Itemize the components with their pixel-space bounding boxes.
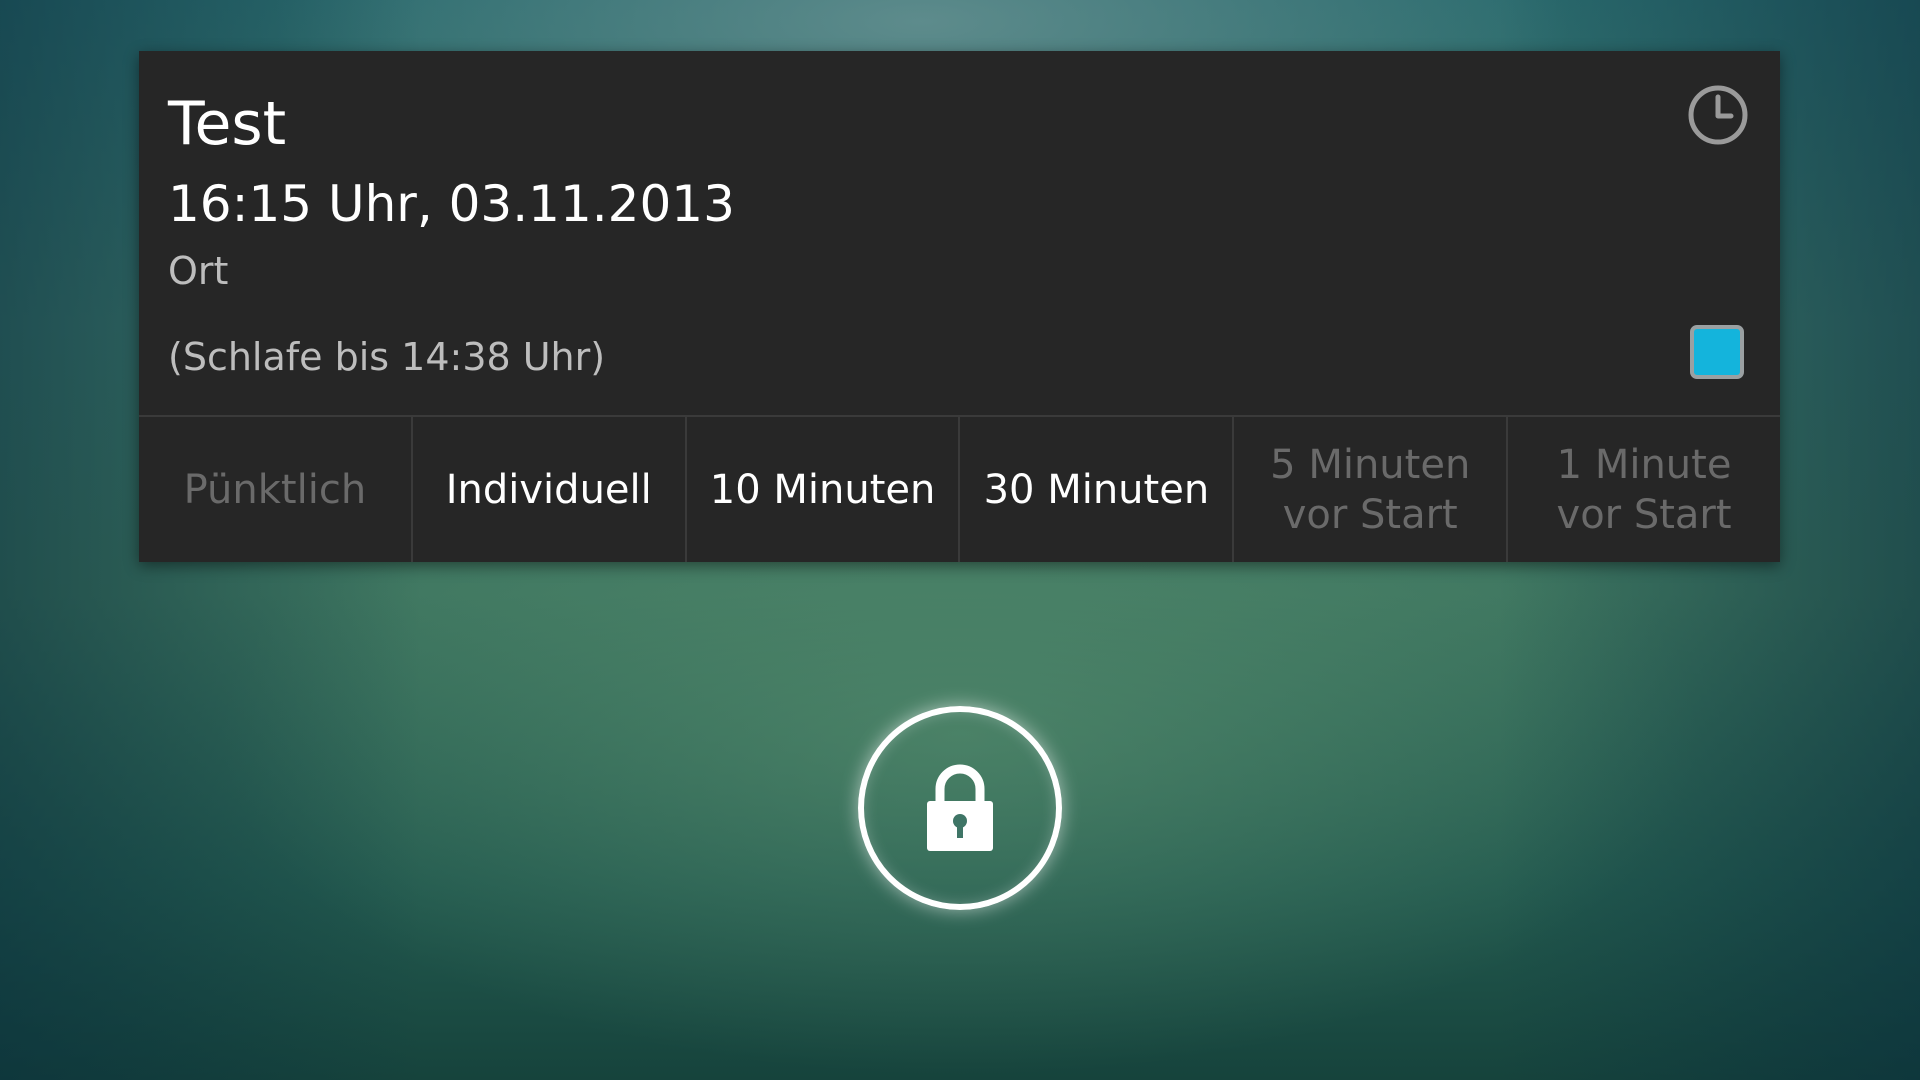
option-individuell[interactable]: Individuell bbox=[413, 417, 687, 562]
event-title: Test bbox=[168, 89, 287, 159]
lock-icon bbox=[927, 764, 993, 851]
event-location: Ort bbox=[168, 249, 229, 293]
calendar-color-indicator bbox=[1690, 325, 1744, 379]
snooze-info: (Schlafe bis 14:38 Uhr) bbox=[168, 335, 606, 379]
event-details: Test 16:15 Uhr, 03.11.2013 Ort (Schlafe … bbox=[139, 51, 1780, 417]
option-puenktlich[interactable]: Pünktlich bbox=[139, 417, 413, 562]
option-5-minuten-vor-start[interactable]: 5 Minuten vor Start bbox=[1234, 417, 1509, 562]
option-1-minute-vor-start[interactable]: 1 Minute vor Start bbox=[1508, 417, 1780, 562]
unlock-button[interactable] bbox=[858, 706, 1062, 910]
snooze-options: Pünktlich Individuell 10 Minuten 30 Minu… bbox=[139, 417, 1780, 562]
option-10-minuten[interactable]: 10 Minuten bbox=[687, 417, 961, 562]
option-30-minuten[interactable]: 30 Minuten bbox=[960, 417, 1235, 562]
reminder-card: Test 16:15 Uhr, 03.11.2013 Ort (Schlafe … bbox=[139, 51, 1780, 562]
clock-icon bbox=[1686, 83, 1750, 147]
event-datetime: 16:15 Uhr, 03.11.2013 bbox=[168, 175, 735, 233]
